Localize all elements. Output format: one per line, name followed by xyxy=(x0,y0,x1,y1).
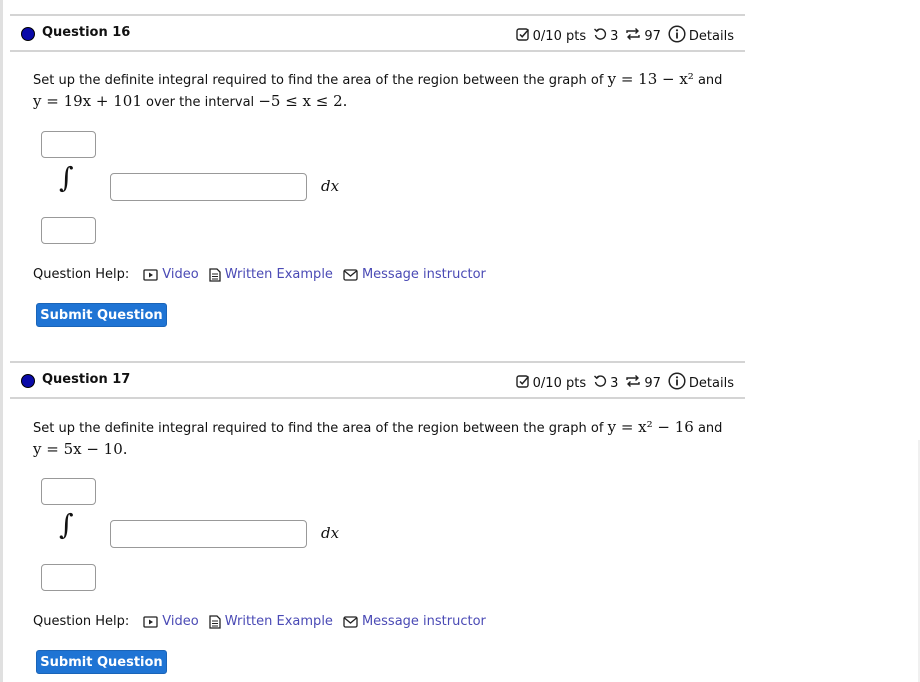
written-example-link[interactable]: Written Example xyxy=(209,267,333,282)
message-instructor-link[interactable]: Message instructor xyxy=(343,614,486,629)
score-text: 0/10 pts xyxy=(532,28,587,44)
retry-icon xyxy=(593,27,607,45)
question-header: Question 16 0/10 pts 3 97 Details xyxy=(10,14,745,52)
question-help: Question Help: Video Written Example Mes… xyxy=(33,267,496,282)
prompt-text: and xyxy=(697,73,723,88)
question-help-label: Question Help: xyxy=(33,267,130,282)
prompt-text: and xyxy=(697,421,723,436)
question-help: Question Help: Video Written Example Mes… xyxy=(33,614,496,629)
question-title: Question 17 xyxy=(42,372,131,387)
status-dot-icon xyxy=(21,374,35,388)
retries-count: 3 xyxy=(610,375,619,391)
document-icon xyxy=(209,614,221,629)
envelope-icon xyxy=(343,268,358,281)
attempts-icon xyxy=(625,374,641,392)
status-dot-icon xyxy=(21,27,35,41)
submit-question-button[interactable]: Submit Question xyxy=(36,650,167,674)
prompt-math: y = 19x + 101 xyxy=(33,92,142,110)
retries-count: 3 xyxy=(610,28,619,44)
question-header: Question 17 0/10 pts 3 97 Details xyxy=(10,361,745,399)
differential: dx xyxy=(321,177,340,195)
upper-limit-input[interactable] xyxy=(41,131,96,158)
integral-sign: ∫ xyxy=(59,508,74,541)
checkbox-score-icon xyxy=(515,27,530,45)
question-meta: 0/10 pts 3 97 Details xyxy=(515,372,734,394)
upper-limit-input[interactable] xyxy=(41,478,96,505)
integrand-input[interactable] xyxy=(110,173,307,201)
attempts-icon xyxy=(625,27,641,45)
video-icon xyxy=(143,268,158,281)
info-icon[interactable] xyxy=(668,25,686,47)
submit-question-button[interactable]: Submit Question xyxy=(36,303,167,327)
video-link-label[interactable]: Video xyxy=(162,267,198,282)
prompt-text: over the interval xyxy=(146,95,255,110)
lower-limit-input[interactable] xyxy=(41,217,96,244)
integral-sign: ∫ xyxy=(59,161,74,194)
integrand-input[interactable] xyxy=(110,520,307,548)
question-help-label: Question Help: xyxy=(33,614,130,629)
details-link[interactable]: Details xyxy=(689,29,734,44)
differential: dx xyxy=(321,524,340,542)
prompt-text: Set up the definite integral required to… xyxy=(33,421,604,436)
written-example-link[interactable]: Written Example xyxy=(209,614,333,629)
prompt-math: −5 ≤ x ≤ 2. xyxy=(258,92,348,110)
question-prompt: Set up the definite integral required to… xyxy=(33,69,743,113)
attempts-count: 97 xyxy=(644,375,661,391)
video-link[interactable]: Video xyxy=(143,614,199,629)
video-icon xyxy=(143,615,158,628)
page-left-border xyxy=(0,0,3,682)
retry-icon xyxy=(593,374,607,392)
score-text: 0/10 pts xyxy=(532,375,587,391)
written-example-label[interactable]: Written Example xyxy=(225,614,333,629)
question-meta: 0/10 pts 3 97 Details xyxy=(515,25,734,47)
prompt-math: y = 5x − 10. xyxy=(33,440,128,458)
lower-limit-input[interactable] xyxy=(41,564,96,591)
envelope-icon xyxy=(343,615,358,628)
message-instructor-label[interactable]: Message instructor xyxy=(362,614,486,629)
question-17: Question 17 0/10 pts 3 97 Details Set up… xyxy=(10,361,745,674)
checkbox-score-icon xyxy=(515,374,530,392)
question-title: Question 16 xyxy=(42,25,131,40)
message-instructor-label[interactable]: Message instructor xyxy=(362,267,486,282)
video-link-label[interactable]: Video xyxy=(162,614,198,629)
prompt-math: y = 13 − x² xyxy=(607,70,694,88)
details-link[interactable]: Details xyxy=(689,376,734,391)
document-icon xyxy=(209,267,221,282)
attempts-count: 97 xyxy=(644,28,661,44)
video-link[interactable]: Video xyxy=(143,267,199,282)
message-instructor-link[interactable]: Message instructor xyxy=(343,267,486,282)
written-example-label[interactable]: Written Example xyxy=(225,267,333,282)
info-icon[interactable] xyxy=(668,372,686,394)
question-prompt: Set up the definite integral required to… xyxy=(33,417,743,461)
prompt-math: y = x² − 16 xyxy=(607,418,694,436)
question-16: Question 16 0/10 pts 3 97 Details Set up… xyxy=(10,14,745,327)
prompt-text: Set up the definite integral required to… xyxy=(33,73,604,88)
